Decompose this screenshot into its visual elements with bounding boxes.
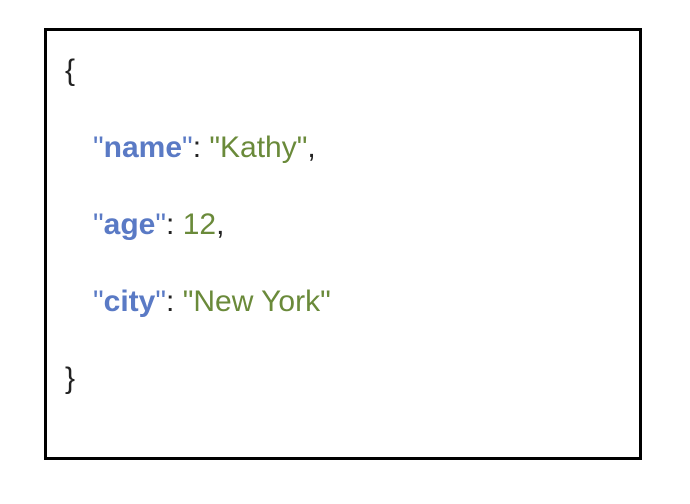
key-quote: " — [93, 285, 104, 318]
json-value: 12 — [183, 208, 216, 241]
key-quote: " — [155, 285, 166, 318]
close-brace-line: } — [65, 359, 621, 398]
json-key: city — [104, 285, 156, 318]
json-key: age — [104, 208, 156, 241]
comma: , — [216, 208, 224, 241]
key-quote: " — [93, 131, 104, 164]
colon: : — [166, 285, 183, 318]
colon: : — [166, 208, 183, 241]
key-quote: " — [155, 208, 166, 241]
comma: , — [307, 131, 315, 164]
close-brace: } — [65, 362, 75, 395]
colon: : — [193, 131, 210, 164]
open-brace-line: { — [65, 51, 621, 90]
key-quote: " — [93, 208, 104, 241]
json-value: "Kathy" — [209, 131, 307, 164]
json-key: name — [104, 131, 182, 164]
json-entry: "name": "Kathy", — [65, 128, 621, 167]
key-quote: " — [182, 131, 193, 164]
json-entry: "age": 12, — [65, 205, 621, 244]
json-code-block: { "name": "Kathy", "age": 12, "city": "N… — [44, 28, 642, 460]
json-entry: "city": "New York" — [65, 282, 621, 321]
open-brace: { — [65, 54, 75, 87]
json-value: "New York" — [183, 285, 331, 318]
